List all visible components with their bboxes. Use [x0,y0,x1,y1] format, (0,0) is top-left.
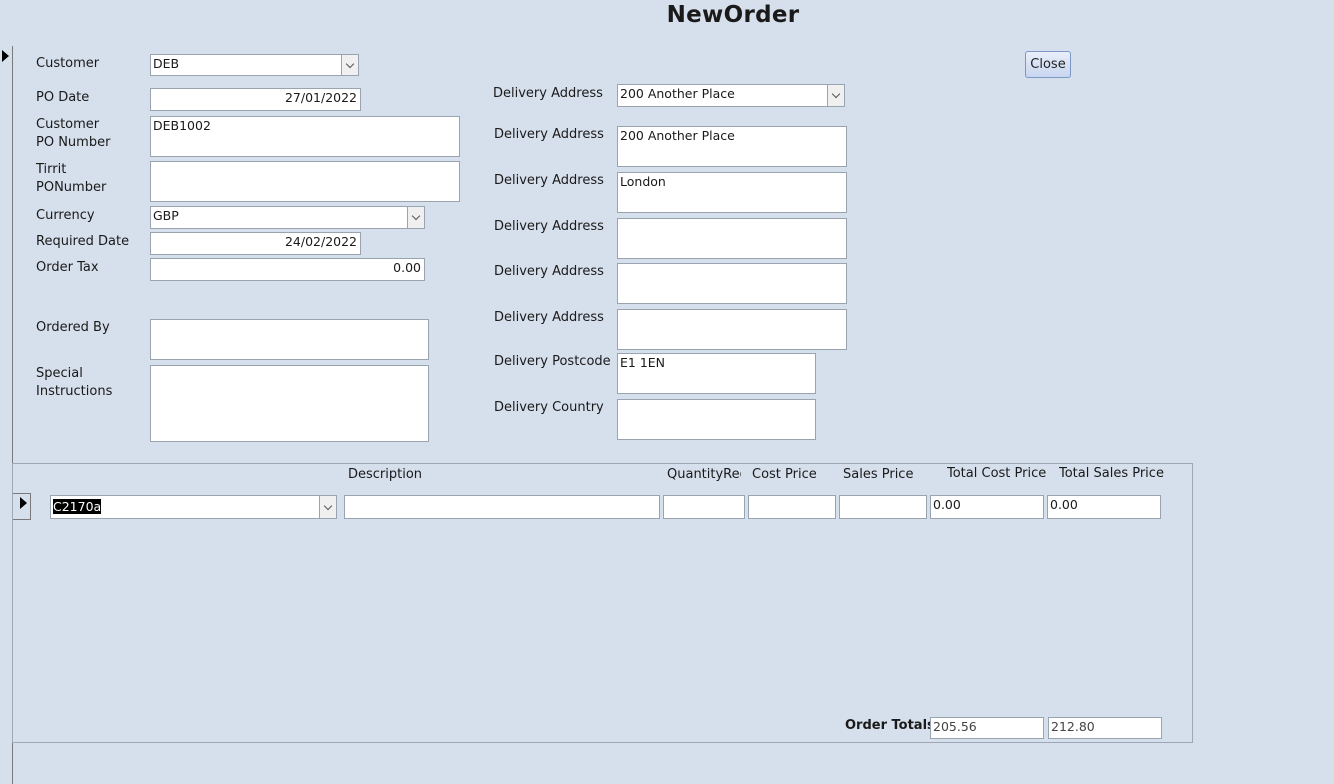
currency-value: GBP [153,208,179,223]
column-header-total-sales-price: Total Sales Price [1059,466,1164,481]
tirrit-po-label-line2: PONumber [36,180,107,195]
quantity-cell[interactable] [663,495,745,519]
special-instructions-field[interactable] [150,365,429,442]
ordered-by-label: Ordered By [36,320,110,335]
chevron-down-icon [411,211,421,221]
chevron-down-icon [323,501,333,510]
column-header-quantity: QuantityReq [667,467,741,482]
currency-label: Currency [36,208,95,223]
tirrit-po-label-line1: Tirrit [36,162,67,177]
order-tax-field[interactable]: 0.00 [150,258,425,281]
currency-combo[interactable]: GBP [150,206,425,229]
column-header-sales-price: Sales Price [843,467,914,482]
customer-combo[interactable]: DEB [150,54,359,76]
delivery-address-combo[interactable]: 200 Another Place [617,84,845,107]
delivery-country-field[interactable] [617,399,816,440]
required-date-label: Required Date [36,234,130,249]
row-selector[interactable] [13,493,31,520]
delivery-address-2-field[interactable]: London [617,172,847,213]
po-date-label: PO Date [36,90,90,105]
delivery-postcode-field[interactable]: E1 1EN [617,353,816,394]
ordered-by-field[interactable] [150,319,429,360]
column-header-description: Description [348,467,423,482]
tirrit-po-field[interactable] [150,161,460,202]
form-title: NewOrder [666,2,800,28]
customer-po-field[interactable]: DEB1002 [150,116,460,157]
delivery-address-select-value: 200 Another Place [620,86,735,101]
customer-value: DEB [153,56,180,71]
total-cost-cell[interactable]: 0.00 [930,495,1044,519]
order-totals-label: Order Totals [845,718,935,733]
chevron-down-icon [345,59,355,68]
product-dropdown-button[interactable] [319,496,336,518]
po-date-field[interactable]: 27/01/2022 [150,88,361,111]
column-header-total-cost-price: Total Cost Price [947,466,1047,481]
special-instructions-label-line2: Instructions [36,384,113,399]
current-row-arrow-icon [20,497,27,509]
delivery-address-1-label: Delivery Address [494,127,604,142]
cost-price-cell[interactable] [748,495,836,519]
product-value: C2170a [53,499,102,514]
delivery-postcode-label: Delivery Postcode [494,354,611,369]
total-sales-cell[interactable]: 0.00 [1047,495,1161,519]
delivery-address-5-field[interactable] [617,309,847,350]
delivery-address-select-label: Delivery Address [493,86,603,101]
product-combo[interactable]: C2170a [50,495,337,519]
customer-dropdown-button[interactable] [341,55,358,75]
delivery-address-dropdown-button[interactable] [827,85,844,106]
sales-price-cell[interactable] [839,495,927,519]
current-record-arrow-icon [2,50,9,62]
chevron-down-icon [831,89,841,99]
delivery-address-4-label: Delivery Address [494,264,604,279]
delivery-address-5-label: Delivery Address [494,310,604,325]
order-total-cost-field: 205.56 [930,717,1044,739]
customer-po-label-line2: PO Number [36,135,111,150]
customer-label: Customer [36,56,100,71]
delivery-address-2-label: Delivery Address [494,173,604,188]
order-total-sales-field: 212.80 [1048,717,1162,739]
order-tax-label: Order Tax [36,260,99,275]
delivery-address-3-field[interactable] [617,218,847,259]
close-button[interactable]: Close [1025,51,1071,78]
special-instructions-label-line1: Special [36,366,83,381]
delivery-address-3-label: Delivery Address [494,219,604,234]
customer-po-label-line1: Customer [36,117,100,132]
delivery-address-4-field[interactable] [617,263,847,304]
required-date-field[interactable]: 24/02/2022 [150,232,361,255]
currency-dropdown-button[interactable] [407,207,424,228]
delivery-address-1-field[interactable]: 200 Another Place [617,126,847,167]
delivery-country-label: Delivery Country [494,400,604,415]
description-cell[interactable] [344,495,660,519]
column-header-cost-price: Cost Price [752,467,817,482]
